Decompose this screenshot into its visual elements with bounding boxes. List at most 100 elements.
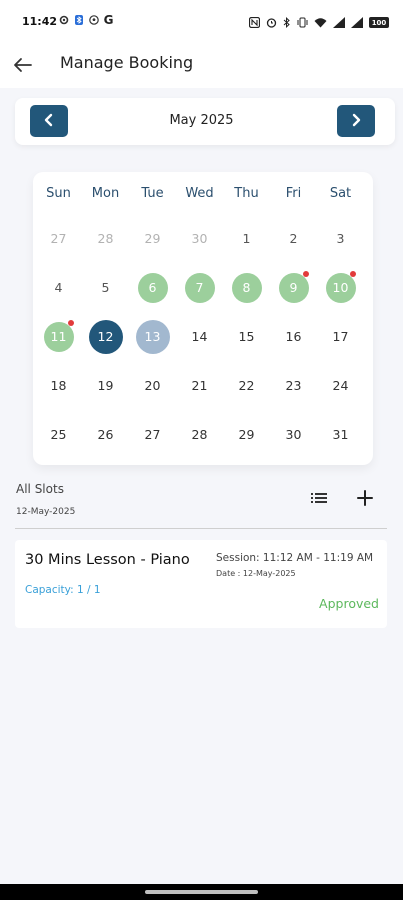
calendar-day[interactable]: 8 — [223, 264, 270, 311]
calendar-day[interactable]: 15 — [223, 313, 270, 360]
calendar-day-number: 4 — [54, 280, 63, 295]
lesson-name: 30 Mins Lesson - Piano — [25, 552, 190, 568]
calendar-day-number: 17 — [332, 329, 349, 344]
calendar-day[interactable]: 12 — [82, 313, 129, 360]
lesson-capacity: Capacity: 1 / 1 — [25, 584, 101, 596]
calendar-day[interactable]: 2 — [270, 215, 317, 262]
page-title: Manage Booking — [60, 53, 194, 72]
signal-icon — [333, 13, 345, 32]
weekday-label: Wed — [185, 186, 214, 201]
calendar-grid: Sun Mon Tue Wed Thu Fri Sat 27 28 29 30 1 2 3 4 5 6 7 8 9 10… — [33, 172, 373, 465]
calendar-day-number: 27 — [144, 427, 161, 442]
calendar-day[interactable]: 22 — [223, 362, 270, 409]
calendar-day[interactable]: 10 — [317, 264, 364, 311]
calendar-day-number: 30 — [191, 231, 208, 246]
calendar-day-number: 26 — [97, 427, 114, 442]
calendar-day-number: 14 — [191, 329, 208, 344]
calendar-day[interactable]: 30 — [270, 411, 317, 458]
home-gesture-handle[interactable] — [145, 890, 258, 894]
calendar-day-number: 30 — [285, 427, 302, 442]
calendar-day[interactable]: 25 — [35, 411, 82, 458]
calendar-day-number: 13 — [135, 319, 170, 354]
calendar-day[interactable]: 7 — [176, 264, 223, 311]
calendar-day[interactable]: 16 — [270, 313, 317, 360]
calendar-day-number: 10 — [325, 272, 356, 303]
weekday-label: Tue — [141, 186, 164, 201]
slots-title: All Slots — [16, 482, 64, 496]
calendar-day-number: 23 — [285, 378, 302, 393]
calendar-day[interactable]: 3 — [317, 215, 364, 262]
calendar-day[interactable]: 17 — [317, 313, 364, 360]
calendar-day[interactable]: 28 — [176, 411, 223, 458]
calendar-day-number: 3 — [336, 231, 345, 246]
calendar-day-number: 20 — [144, 378, 161, 393]
calendar-day-number: 5 — [101, 280, 110, 295]
calendar-day[interactable]: 26 — [82, 411, 129, 458]
calendar-day-number: 27 — [50, 231, 67, 246]
system-navigation-bar — [0, 884, 403, 900]
calendar-day-number: 8 — [231, 272, 262, 303]
weekday-label: Fri — [285, 186, 302, 201]
booking-indicator-dot — [303, 271, 309, 277]
calendar-day-number: 11 — [43, 321, 74, 352]
calendar-day[interactable]: 9 — [270, 264, 317, 311]
status-badge: Approved — [319, 596, 379, 611]
calendar-day[interactable]: 30 — [176, 215, 223, 262]
back-arrow-icon[interactable] — [10, 52, 36, 78]
calendar-day[interactable]: 5 — [82, 264, 129, 311]
lesson-card[interactable]: 30 Mins Lesson - Piano Capacity: 1 / 1 S… — [15, 540, 387, 628]
calendar-day[interactable]: 19 — [82, 362, 129, 409]
calendar-day-number: 28 — [191, 427, 208, 442]
weekday-label: Sat — [329, 186, 352, 201]
calendar-day-number: 19 — [97, 378, 114, 393]
calendar-day-number: 1 — [242, 231, 251, 246]
month-label: May 2025 — [169, 113, 234, 128]
status-left-icons: G — [58, 13, 114, 27]
calendar-day[interactable]: 18 — [35, 362, 82, 409]
month-navigator: May 2025 — [15, 98, 395, 145]
calendar-day-number: 31 — [332, 427, 349, 442]
calendar-day-number: 9 — [278, 272, 309, 303]
add-slot-icon[interactable] — [355, 488, 375, 508]
list-view-icon[interactable] — [309, 490, 329, 506]
calendar-day[interactable]: 14 — [176, 313, 223, 360]
calendar-day[interactable]: 29 — [223, 411, 270, 458]
calendar-day[interactable]: 24 — [317, 362, 364, 409]
calendar-day[interactable]: 11 — [35, 313, 82, 360]
calendar-day[interactable]: 20 — [129, 362, 176, 409]
calendar-day-number: 7 — [184, 272, 215, 303]
vibrate-icon — [297, 13, 308, 32]
calendar-day[interactable]: 6 — [129, 264, 176, 311]
calendar-day-number: 29 — [238, 427, 255, 442]
calendar-day-number: 28 — [97, 231, 114, 246]
calendar-day-number: 18 — [50, 378, 67, 393]
calendar-day-number: 12 — [88, 319, 123, 354]
signal-icon — [351, 13, 363, 32]
calendar-day-number: 2 — [289, 231, 298, 246]
calendar-day[interactable]: 29 — [129, 215, 176, 262]
calendar-day-number: 29 — [144, 231, 161, 246]
status-time: 11:42 — [22, 15, 58, 28]
calendar-day-number: 6 — [137, 272, 168, 303]
next-month-button[interactable] — [337, 105, 375, 137]
calendar-day[interactable]: 4 — [35, 264, 82, 311]
calendar-day[interactable]: 31 — [317, 411, 364, 458]
calendar-day[interactable]: 27 — [35, 215, 82, 262]
bluetooth-icon — [73, 14, 84, 25]
calendar-day-number: 22 — [238, 378, 255, 393]
wifi-icon — [314, 13, 327, 32]
calendar-day[interactable]: 28 — [82, 215, 129, 262]
calendar-day-number: 21 — [191, 378, 208, 393]
calendar-day[interactable]: 13 — [129, 313, 176, 360]
booking-indicator-dot — [68, 320, 74, 326]
status-right-icons: 100 — [248, 13, 389, 32]
calendar-day[interactable]: 23 — [270, 362, 317, 409]
calendar-day[interactable]: 1 — [223, 215, 270, 262]
calendar-day-number: 16 — [285, 329, 302, 344]
weekday-label: Mon — [91, 186, 120, 201]
bluetooth-icon — [283, 13, 291, 32]
calendar-day[interactable]: 27 — [129, 411, 176, 458]
lesson-session-time: Session: 11:12 AM - 11:19 AM — [216, 552, 374, 564]
calendar-day[interactable]: 21 — [176, 362, 223, 409]
lesson-date: Date : 12-May-2025 — [216, 569, 296, 578]
